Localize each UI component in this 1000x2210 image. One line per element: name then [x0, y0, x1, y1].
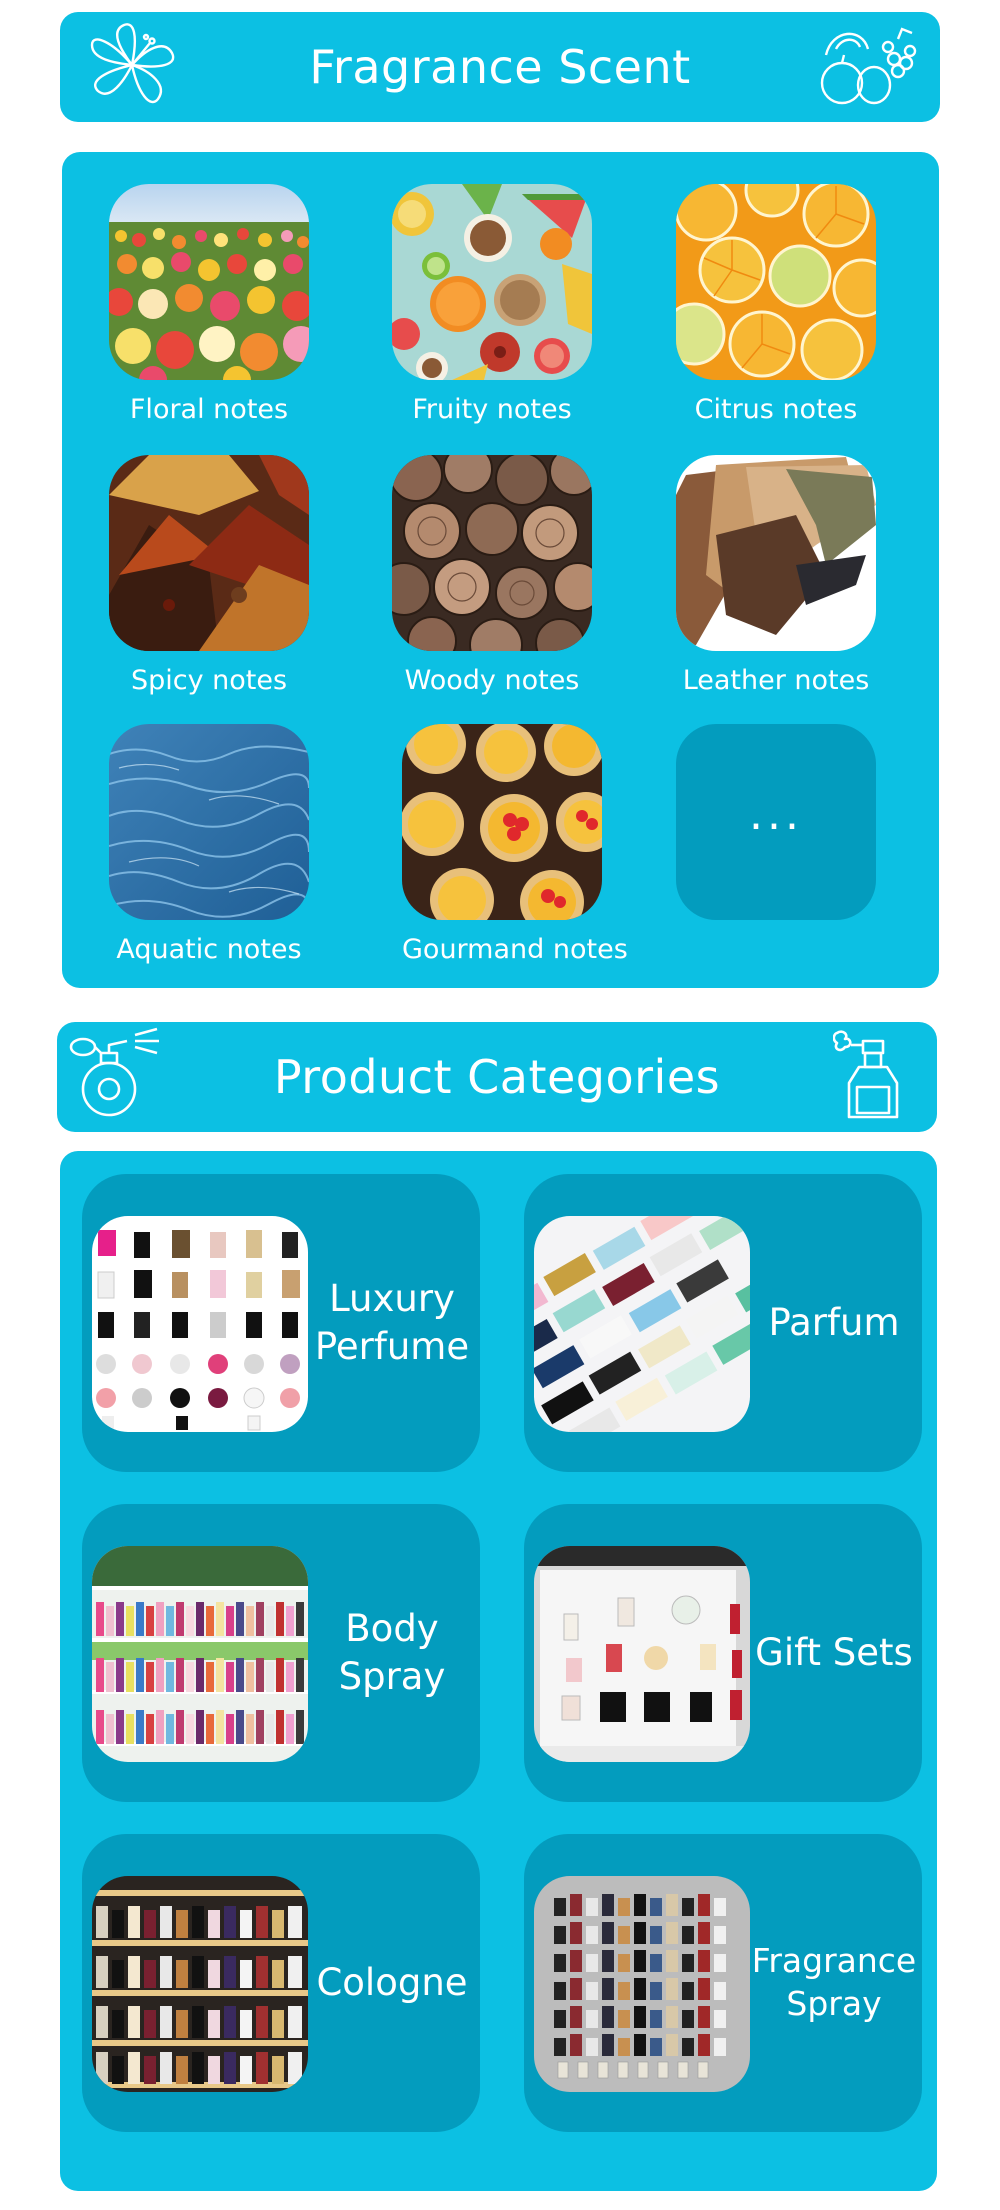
- floral-image: [109, 184, 309, 380]
- floral-notes-label: Floral notes: [129, 394, 289, 425]
- category-luxury-perfume[interactable]: Luxury Perfume: [82, 1174, 480, 1472]
- hibiscus-icon: [80, 19, 184, 115]
- fruity-notes-label: Fruity notes: [412, 394, 572, 425]
- note-gourmand[interactable]: Gourmand notes: [402, 724, 628, 965]
- citrus-image: [676, 184, 876, 380]
- leather-notes-label: Leather notes: [682, 665, 870, 696]
- more-ellipsis: ...: [749, 789, 803, 840]
- note-fruity[interactable]: Fruity notes: [392, 184, 592, 425]
- fragrance-scent-title: Fragrance Scent: [309, 40, 691, 94]
- note-citrus[interactable]: Citrus notes: [676, 184, 876, 425]
- body-spray-label: Body Spray: [338, 1606, 446, 1698]
- gourmand-image: [402, 724, 602, 920]
- spray-bottle-icon: [832, 1027, 913, 1127]
- gourmand-notes-label: Gourmand notes: [402, 934, 628, 965]
- category-fragrance-spray[interactable]: Fragrance Spray: [524, 1834, 922, 2132]
- note-leather[interactable]: Leather notes: [676, 455, 876, 696]
- body-spray-image: [92, 1546, 308, 1762]
- category-parfum[interactable]: Parfum: [524, 1174, 922, 1472]
- spicy-notes-label: Spicy notes: [130, 665, 288, 696]
- more-notes-button[interactable]: ...: [676, 724, 876, 920]
- fruity-image: [392, 184, 592, 380]
- luxury-perfume-image: [92, 1216, 308, 1432]
- aquatic-image: [109, 724, 309, 920]
- fragrance-spray-label: Fragrance Spray: [751, 1941, 917, 2023]
- parfum-label: Parfum: [768, 1300, 900, 1344]
- fruits-icon: [812, 19, 922, 115]
- category-cologne[interactable]: Cologne: [82, 1834, 480, 2132]
- gift-sets-label: Gift Sets: [755, 1630, 913, 1674]
- parfum-image: [534, 1216, 750, 1432]
- category-gift-sets[interactable]: Gift Sets: [524, 1504, 922, 1802]
- category-body-spray[interactable]: Body Spray: [82, 1504, 480, 1802]
- product-categories-title: Product Categories: [273, 1050, 721, 1104]
- note-spicy[interactable]: Spicy notes: [109, 455, 309, 696]
- note-woody[interactable]: Woody notes: [392, 455, 592, 696]
- cologne-label: Cologne: [316, 1960, 468, 2004]
- perfume-bottle-icon: [69, 1027, 165, 1127]
- note-floral[interactable]: Floral notes: [109, 184, 309, 425]
- fragrance-scent-header: Fragrance Scent: [60, 12, 940, 122]
- fragrance-spray-image: [534, 1876, 750, 2092]
- cologne-image: [92, 1876, 308, 2092]
- spicy-image: [109, 455, 309, 651]
- luxury-perfume-label: Luxury Perfume: [314, 1276, 470, 1368]
- woody-notes-label: Woody notes: [404, 665, 580, 696]
- citrus-notes-label: Citrus notes: [694, 394, 858, 425]
- leather-image: [676, 455, 876, 651]
- woody-image: [392, 455, 592, 651]
- note-aquatic[interactable]: Aquatic notes: [109, 724, 309, 965]
- more-tile[interactable]: ...: [676, 724, 876, 920]
- gift-sets-image: [534, 1546, 750, 1762]
- product-categories-header: Product Categories: [57, 1022, 937, 1132]
- aquatic-notes-label: Aquatic notes: [116, 934, 302, 965]
